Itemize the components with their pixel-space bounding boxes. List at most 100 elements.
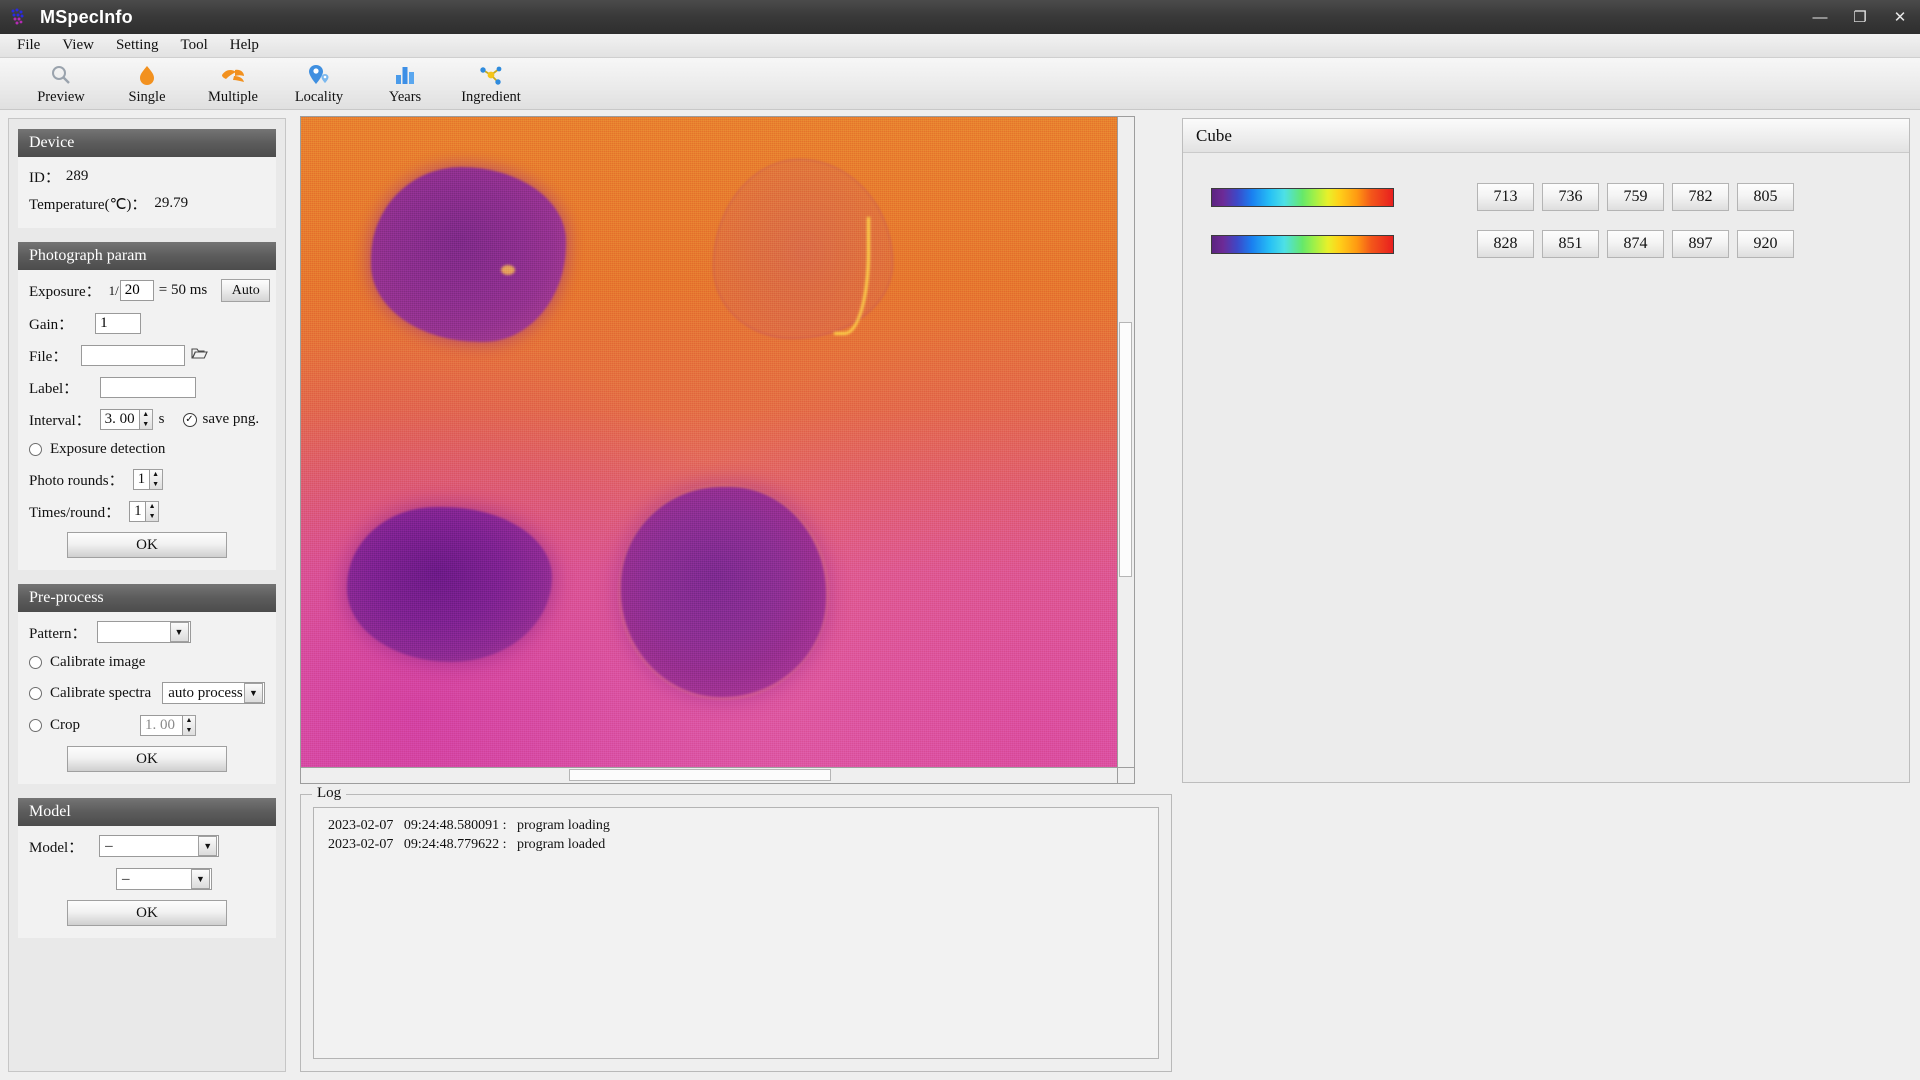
menu-item-file[interactable]: File bbox=[6, 35, 51, 56]
wavelength-button-782[interactable]: 782 bbox=[1672, 183, 1729, 211]
photograph-ok-button[interactable]: OK bbox=[67, 532, 227, 558]
submodel-select[interactable]: – ▼ bbox=[116, 868, 212, 890]
exposure-suffix: = 50 ms bbox=[158, 282, 208, 298]
save-png-checkbox[interactable]: ✓ bbox=[182, 412, 197, 427]
app-title: MSpecInfo bbox=[40, 6, 133, 27]
wavelength-button-897[interactable]: 897 bbox=[1672, 230, 1729, 258]
model-value: – bbox=[105, 837, 113, 854]
wavelength-button-828[interactable]: 828 bbox=[1477, 230, 1534, 258]
cube-band-row-2: 828 851 874 897 920 bbox=[1211, 230, 1881, 258]
preview-image-container bbox=[300, 116, 1172, 784]
crop-radio[interactable] bbox=[29, 719, 42, 732]
workspace: Device ID： 289 Temperature(℃)： 29.79 Pho… bbox=[0, 110, 1920, 1080]
left-control-column: Device ID： 289 Temperature(℃)： 29.79 Pho… bbox=[0, 110, 296, 1080]
photograph-param-group: Photograph param Exposure： 1/ = 50 ms Au… bbox=[18, 242, 276, 570]
crop-stepper[interactable]: 1. 00 ▲ ▼ bbox=[140, 715, 196, 736]
wavelength-button-759[interactable]: 759 bbox=[1607, 183, 1664, 211]
toolbar-button-years[interactable]: Years bbox=[362, 60, 448, 110]
interval-stepper-arrows[interactable]: ▲ ▼ bbox=[139, 409, 153, 430]
wavelength-button-group-row1: 713 736 759 782 805 bbox=[1477, 183, 1802, 211]
calibrate-spectra-radio[interactable] bbox=[29, 686, 42, 700]
model-ok-button[interactable]: OK bbox=[67, 900, 227, 926]
photo-rounds-value: 1 bbox=[132, 469, 150, 490]
maximize-button[interactable]: ❐ bbox=[1840, 0, 1880, 34]
model-group-title: Model bbox=[18, 798, 276, 826]
calibrate-image-radio[interactable] bbox=[29, 656, 42, 669]
map-pin-icon bbox=[308, 63, 330, 87]
device-group-body: ID： 289 Temperature(℃)： 29.79 bbox=[18, 157, 276, 228]
wavelength-button-920[interactable]: 920 bbox=[1737, 230, 1794, 258]
interval-label: Interval： bbox=[29, 413, 91, 429]
crop-label: Crop bbox=[50, 717, 80, 733]
toolbar-button-locality[interactable]: Locality bbox=[276, 60, 362, 110]
device-group: Device ID： 289 Temperature(℃)： 29.79 bbox=[18, 129, 276, 228]
bar-chart-icon bbox=[394, 63, 416, 87]
minimize-button[interactable]: — bbox=[1800, 0, 1840, 34]
crop-stepper-arrows[interactable]: ▲ ▼ bbox=[183, 715, 196, 736]
photo-rounds-stepper[interactable]: 1 ▲ ▼ bbox=[132, 469, 163, 490]
toolbar-button-single[interactable]: Single bbox=[104, 60, 190, 110]
exposure-input[interactable] bbox=[119, 280, 154, 301]
spectral-colorbar-1[interactable] bbox=[1211, 187, 1394, 207]
device-temperature-value: 29.79 bbox=[154, 195, 189, 211]
times-round-stepper-arrows[interactable]: ▲ ▼ bbox=[146, 501, 160, 522]
spectral-colorbar-2[interactable] bbox=[1211, 234, 1394, 254]
preprocess-ok-button[interactable]: OK bbox=[67, 746, 227, 772]
exposure-prefix: 1/ bbox=[108, 282, 119, 298]
file-input[interactable] bbox=[81, 345, 186, 366]
log-entry: 2023-02-07 09:24:48.779622 : program loa… bbox=[328, 837, 606, 852]
cube-band-row-1: 713 736 759 782 805 bbox=[1211, 183, 1881, 211]
submodel-value: – bbox=[122, 870, 130, 887]
toolbar-button-multiple[interactable]: Multiple bbox=[190, 60, 276, 110]
preview-horizontal-scrollbar[interactable] bbox=[300, 768, 1118, 784]
preview-vertical-scrollbar[interactable] bbox=[1118, 116, 1135, 768]
wavelength-button-group-row2: 828 851 874 897 920 bbox=[1477, 230, 1802, 258]
model-label: Model： bbox=[29, 839, 84, 856]
times-round-label: Times/round： bbox=[29, 505, 121, 521]
menu-item-help[interactable]: Help bbox=[219, 35, 270, 56]
log-fieldset: Log 2023-02-07 09:24:48.580091 : program… bbox=[300, 785, 1172, 1072]
menu-item-setting[interactable]: Setting bbox=[105, 35, 170, 56]
wavelength-button-713[interactable]: 713 bbox=[1477, 183, 1534, 211]
model-select[interactable]: – ▼ bbox=[99, 835, 220, 857]
open-folder-icon[interactable] bbox=[191, 346, 209, 366]
photo-rounds-stepper-arrows[interactable]: ▲ ▼ bbox=[149, 469, 163, 490]
cube-panel-body: 713 736 759 782 805 828 851 874 897 920 bbox=[1183, 153, 1909, 307]
wavelength-button-874[interactable]: 874 bbox=[1607, 230, 1664, 258]
log-output[interactable]: 2023-02-07 09:24:48.580091 : program loa… bbox=[313, 807, 1159, 1059]
wavelength-button-736[interactable]: 736 bbox=[1542, 183, 1599, 211]
menu-item-view[interactable]: View bbox=[51, 35, 105, 56]
wavelength-button-851[interactable]: 851 bbox=[1542, 230, 1599, 258]
model-group-body: Model： – ▼ – ▼ OK bbox=[18, 826, 276, 938]
device-id-label: ID： bbox=[29, 170, 60, 186]
preview-horizontal-scroll-thumb[interactable] bbox=[569, 769, 831, 781]
cube-panel: Cube 713 736 759 782 805 828 851 874 897… bbox=[1182, 118, 1910, 783]
toolbar-button-ingredient[interactable]: Ingredient bbox=[448, 60, 534, 110]
preprocess-group: Pre-process Pattern： ▼ Calibrate image C… bbox=[18, 584, 276, 784]
toolbar-button-preview[interactable]: Preview bbox=[18, 60, 104, 110]
label-input[interactable] bbox=[100, 377, 197, 398]
pattern-select[interactable]: ▼ bbox=[96, 621, 191, 643]
hyperspectral-preview-image[interactable] bbox=[300, 116, 1118, 768]
preview-vertical-scroll-thumb[interactable] bbox=[1119, 322, 1132, 577]
close-button[interactable]: ✕ bbox=[1880, 0, 1920, 34]
scrollbar-corner bbox=[1118, 768, 1135, 784]
sensor-noise-overlay bbox=[301, 117, 1117, 767]
wavelength-button-805[interactable]: 805 bbox=[1737, 183, 1794, 211]
cube-panel-title: Cube bbox=[1183, 119, 1909, 153]
photo-rounds-label: Photo rounds： bbox=[29, 473, 124, 489]
exposure-detection-radio[interactable] bbox=[29, 443, 42, 456]
calibrate-spectra-mode-select[interactable]: auto process ▼ bbox=[162, 682, 265, 704]
molecule-icon bbox=[479, 63, 503, 87]
left-panel-frame: Device ID： 289 Temperature(℃)： 29.79 Pho… bbox=[8, 118, 286, 1072]
crop-value: 1. 00 bbox=[140, 715, 183, 736]
log-title: Log bbox=[312, 785, 347, 802]
device-group-title: Device bbox=[18, 129, 276, 157]
menu-item-tool[interactable]: Tool bbox=[169, 35, 218, 56]
interval-value: 3. 00 bbox=[99, 409, 140, 430]
preprocess-group-body: Pattern： ▼ Calibrate image Calibrate spe… bbox=[18, 612, 276, 784]
interval-stepper[interactable]: 3. 00 ▲ ▼ bbox=[99, 409, 153, 430]
gain-input[interactable] bbox=[95, 313, 142, 334]
times-round-stepper[interactable]: 1 ▲ ▼ bbox=[129, 501, 160, 522]
auto-exposure-button[interactable]: Auto bbox=[221, 279, 271, 302]
